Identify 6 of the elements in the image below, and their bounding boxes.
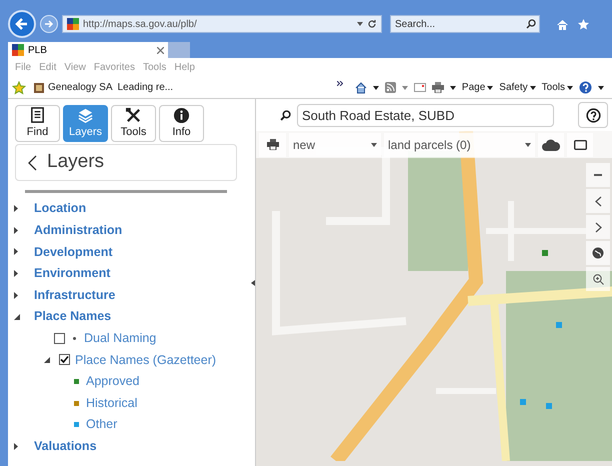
legend-label: Historical [86,394,138,412]
address-text: http://maps.sa.gov.au/plb/ [83,18,198,32]
legend-label: Approved [86,373,140,390]
panel-title: Layers [47,150,104,174]
tab-title: PLB [28,44,48,58]
legend-label: Other [86,416,118,434]
